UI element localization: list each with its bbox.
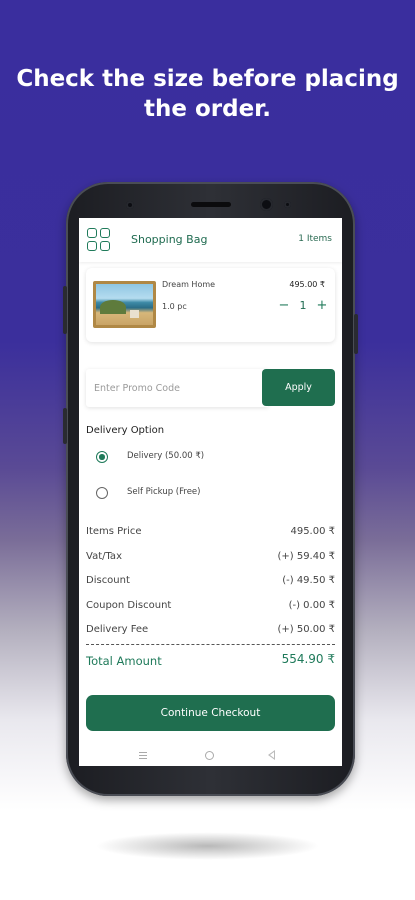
app-bar: Shopping Bag 1 Items [79, 218, 342, 262]
grid-menu-icon[interactable] [87, 228, 111, 252]
proximity-sensor-icon [284, 201, 291, 208]
page-title: Shopping Bag [131, 233, 208, 246]
summary-row-discount: Discount (-) 49.50 ₹ [86, 575, 335, 589]
headline-line-1: Check the size before placing [16, 66, 399, 92]
back-icon[interactable] [268, 750, 275, 760]
system-navigation-bar [79, 744, 342, 766]
phone-shadow [95, 832, 320, 860]
product-thumbnail[interactable] [93, 281, 156, 328]
plus-icon[interactable]: + [315, 298, 329, 314]
app-screen: Shopping Bag 1 Items Dream Home 1.0 pc 4… [79, 218, 342, 766]
continue-checkout-button[interactable]: Continue Checkout [86, 695, 335, 731]
radio-selected-icon[interactable] [96, 451, 108, 463]
delivery-option-label-self-pickup: Self Pickup (Free) [127, 487, 201, 497]
delivery-option-label-delivery: Delivery (50.00 ₹) [127, 451, 205, 461]
delivery-option-delivery[interactable]: Delivery (50.00 ₹) [96, 449, 296, 465]
earpiece-speaker [191, 202, 231, 207]
quantity-stepper: − 1 + [277, 298, 329, 314]
thumbnail-hill [100, 300, 126, 314]
summary-label: Vat/Tax [86, 551, 122, 562]
front-camera-icon [260, 198, 273, 211]
total-amount-label: Total Amount [86, 654, 162, 668]
summary-value: (-) 0.00 ₹ [288, 600, 335, 611]
summary-row-delivery-fee: Delivery Fee (+) 50.00 ₹ [86, 624, 335, 638]
summary-label: Coupon Discount [86, 600, 172, 611]
product-price: 495.00 ₹ [289, 280, 325, 289]
power-button [354, 314, 358, 354]
total-amount-row: Total Amount 554.90 ₹ [86, 652, 335, 670]
phone-frame: Shopping Bag 1 Items Dream Home 1.0 pc 4… [63, 182, 358, 796]
thumbnail-house [130, 310, 139, 318]
delivery-option-self-pickup[interactable]: Self Pickup (Free) [96, 485, 296, 501]
delivery-option-label: Delivery Option [86, 425, 165, 436]
summary-label: Delivery Fee [86, 624, 149, 635]
summary-label: Discount [86, 575, 130, 586]
cart-item-card: Dream Home 1.0 pc 495.00 ₹ − 1 + [86, 268, 335, 342]
sensor-icon [126, 201, 134, 209]
summary-row-vat-tax: Vat/Tax (+) 59.40 ₹ [86, 551, 335, 565]
promo-code-input[interactable] [86, 369, 268, 407]
headline-line-2: the order. [144, 96, 271, 122]
headline: Check the size before placing the order. [0, 64, 415, 124]
summary-label: Items Price [86, 526, 142, 537]
summary-row-items-price: Items Price 495.00 ₹ [86, 526, 335, 540]
bixby-button [63, 408, 67, 444]
minus-icon[interactable]: − [277, 298, 291, 314]
apply-button[interactable]: Apply [262, 369, 335, 406]
volume-button [63, 286, 67, 334]
product-quantity-unit: 1.0 pc [162, 302, 187, 311]
radio-unselected-icon[interactable] [96, 487, 108, 499]
quantity-value: 1 [299, 299, 307, 312]
summary-divider [86, 644, 335, 645]
menu-icon[interactable] [139, 752, 147, 759]
product-name: Dream Home [162, 280, 216, 289]
item-count: 1 Items [298, 234, 332, 244]
summary-row-coupon-discount: Coupon Discount (-) 0.00 ₹ [86, 600, 335, 614]
total-amount-value: 554.90 ₹ [281, 652, 335, 666]
summary-value: (-) 49.50 ₹ [282, 575, 335, 586]
home-icon[interactable] [205, 751, 214, 760]
summary-value: 495.00 ₹ [290, 526, 335, 537]
summary-value: (+) 59.40 ₹ [277, 551, 335, 562]
summary-value: (+) 50.00 ₹ [277, 624, 335, 635]
